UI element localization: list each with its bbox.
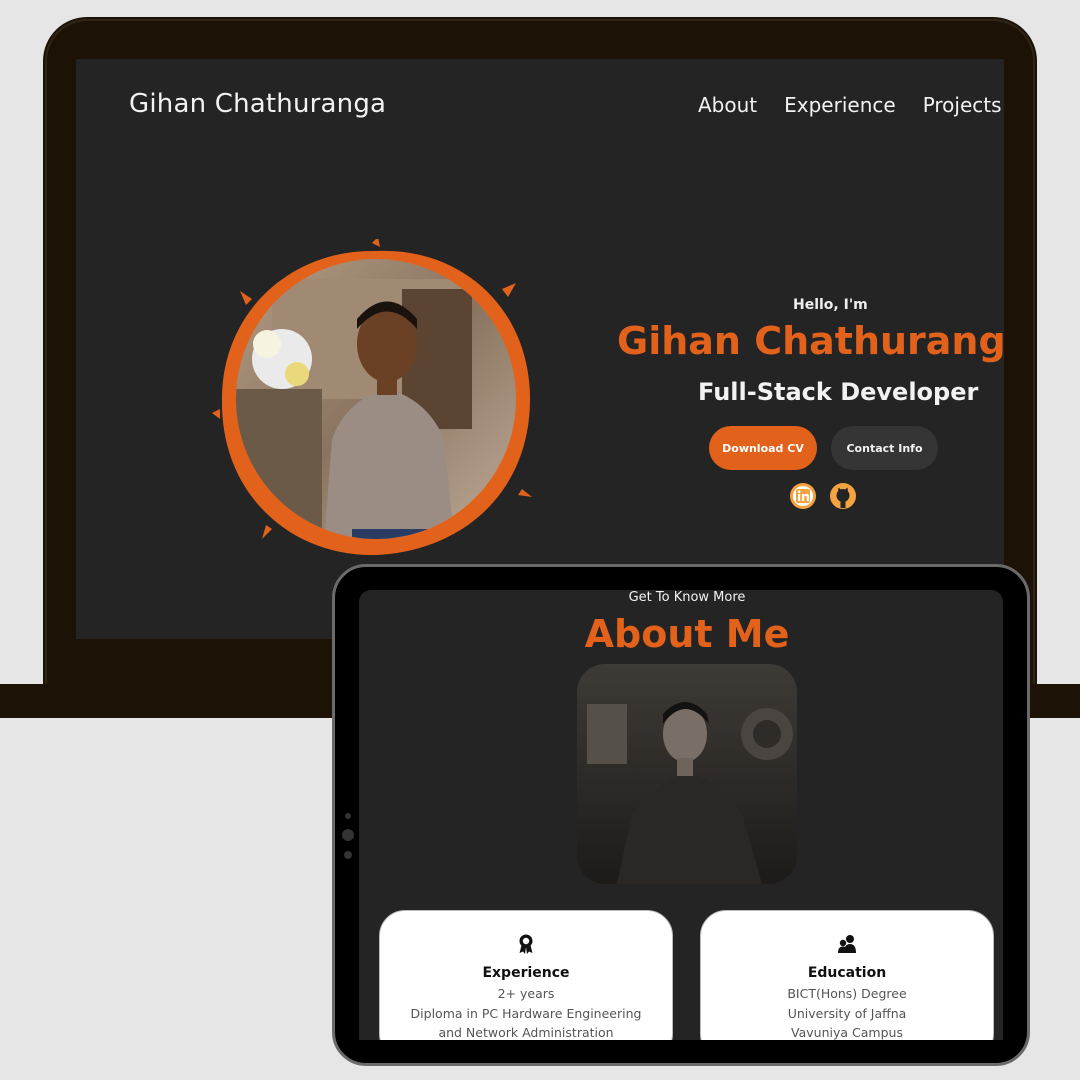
nav-about[interactable]: About: [698, 93, 757, 117]
download-cv-button[interactable]: Download CV: [709, 426, 817, 470]
laptop-screen: Gihan Chathuranga About Experience Proje…: [76, 59, 1004, 639]
hero-name: Gihan Chathurang: [617, 319, 1004, 363]
tablet-camera: [345, 813, 351, 819]
experience-card: Experience 2+ years Diploma in PC Hardwa…: [379, 910, 673, 1040]
education-line-2: University of Jaffna: [787, 1006, 907, 1021]
tablet-screen: Get To Know More About Me Experience 2+ …: [359, 590, 1003, 1040]
contact-info-button[interactable]: Contact Info: [831, 426, 938, 470]
tablet-sensor-small: [344, 851, 352, 859]
about-photo: [577, 664, 797, 884]
users-icon: [838, 935, 856, 953]
experience-line-2: Diploma in PC Hardware Engineering: [410, 1006, 642, 1021]
about-title: About Me: [584, 612, 790, 656]
nav-projects[interactable]: Projects: [923, 93, 1002, 117]
award-icon: [519, 934, 533, 954]
profile-picture: [212, 239, 542, 569]
github-icon[interactable]: [829, 482, 857, 510]
experience-line-1: 2+ years: [497, 986, 555, 1001]
nav-experience[interactable]: Experience: [784, 93, 896, 117]
experience-title: Experience: [482, 965, 570, 981]
about-eyebrow: Get To Know More: [628, 590, 746, 605]
education-line-3: Vavuniya Campus: [791, 1025, 903, 1040]
education-title: Education: [807, 965, 887, 981]
education-card: Education BICT(Hons) Degree University o…: [700, 910, 994, 1040]
experience-line-3: and Network Administration: [438, 1025, 614, 1040]
hero-role: Full-Stack Developer: [698, 378, 979, 406]
site-logo[interactable]: Gihan Chathuranga: [129, 89, 386, 119]
tablet-sensor: [342, 829, 354, 841]
education-line-1: BICT(Hons) Degree: [787, 986, 907, 1001]
linkedin-icon[interactable]: [789, 482, 817, 510]
main-nav: About Experience Projects: [698, 93, 1002, 117]
hero-greeting: Hello, I'm: [793, 297, 868, 313]
